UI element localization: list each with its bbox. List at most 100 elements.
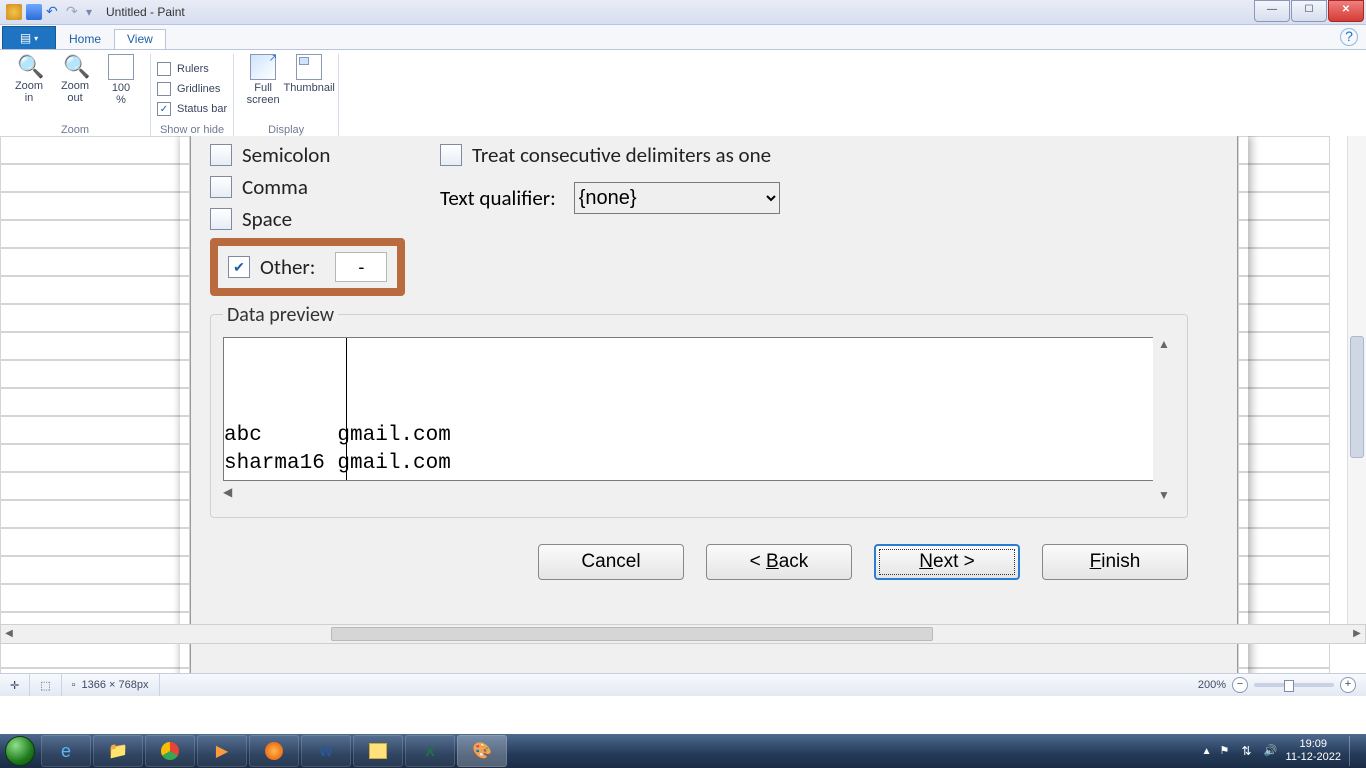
group-display: ↗ Full screen Thumbnail Display — [234, 54, 339, 138]
checkbox-treat-consecutive[interactable]: Treat consecutive delimiters as one — [440, 142, 1188, 168]
group-show-hide: Rulers Gridlines ✓Status bar Show or hid… — [151, 54, 234, 138]
checkbox-semicolon[interactable]: Semicolon — [210, 142, 430, 168]
maximize-button[interactable]: ☐ — [1291, 0, 1327, 22]
thumbnail-label: Thumbnail — [283, 82, 334, 94]
quick-access-toolbar: ↶ ↷ ▾ — [0, 4, 98, 20]
volume-icon[interactable]: 🔊 — [1264, 744, 1278, 758]
checkbox-other[interactable]: ✔Other: — [228, 254, 315, 280]
tab-view[interactable]: View — [114, 29, 166, 49]
paint-icon: 🎨 — [472, 741, 492, 761]
help-icon[interactable]: ? — [1340, 28, 1358, 46]
embedded-screenshot: Semicolon Comma Space ✔Other: Treat cons… — [0, 136, 1348, 624]
dialog-button-row: Cancel < Back Next > Finish — [210, 544, 1188, 580]
text-qualifier-select[interactable]: {none} — [574, 182, 780, 214]
finish-button[interactable]: Finish — [1042, 544, 1188, 580]
text-qualifier-label: Text qualifier: — [440, 185, 556, 211]
hscroll-left-icon[interactable]: ◀ — [1, 626, 17, 642]
scroll-left-icon[interactable]: ◀ — [223, 485, 232, 500]
preview-row: abc gmail.com — [224, 422, 1174, 450]
title-bar: ↶ ↷ ▾ Untitled - Paint — ☐ ✕ — [0, 0, 1366, 25]
taskbar-ie[interactable]: e — [41, 735, 91, 767]
save-icon[interactable] — [26, 4, 42, 20]
taskbar-firefox[interactable] — [249, 735, 299, 767]
minimize-button[interactable]: — — [1254, 0, 1290, 22]
taskbar-clock[interactable]: 19:09 11-12-2022 — [1286, 738, 1341, 764]
hscroll-thumb[interactable] — [331, 627, 933, 641]
taskbar-word[interactable]: W — [301, 735, 351, 767]
scroll-up-icon[interactable]: ▲ — [1158, 337, 1170, 352]
show-hidden-icon[interactable]: ▲ — [1202, 746, 1212, 757]
sheet-right-column — [1238, 136, 1330, 624]
page-icon — [108, 54, 134, 80]
canvas-size-segment: ▫ 1366 × 768px — [62, 674, 160, 696]
zoom-control: 200% − + — [1188, 677, 1366, 693]
zoom-out-button[interactable]: 🔍 Zoom out — [52, 54, 98, 104]
next-button[interactable]: Next > — [874, 544, 1020, 580]
taskbar-media[interactable]: ▶ — [197, 735, 247, 767]
zoom-percent-label: 200% — [1198, 679, 1226, 691]
data-preview-legend: Data preview — [223, 303, 338, 327]
crosshair-icon: ✛ — [10, 679, 19, 692]
ie-icon: e — [61, 741, 71, 762]
thumbnail-button[interactable]: Thumbnail — [286, 54, 332, 94]
qat-dropdown-icon[interactable]: ▾ — [86, 5, 92, 19]
hscroll-right-icon[interactable]: ▶ — [1349, 626, 1365, 642]
zoom-plus-button[interactable]: + — [1340, 677, 1356, 693]
file-tab[interactable]: ▤▾ — [2, 26, 56, 49]
cursor-position-segment: ✛ — [0, 674, 30, 696]
taskbar-chrome[interactable] — [145, 735, 195, 767]
close-button[interactable]: ✕ — [1328, 0, 1364, 22]
network-icon[interactable]: ⇅ — [1242, 744, 1256, 758]
checkbox-space[interactable]: Space — [210, 206, 430, 232]
word-icon: W — [319, 743, 332, 759]
canvas-size-icon: ▫ — [72, 679, 76, 691]
zoom-100-button[interactable]: 100 % — [98, 54, 144, 106]
taskbar-excel[interactable]: X — [405, 735, 455, 767]
checkbox-statusbar[interactable]: ✓Status bar — [157, 102, 227, 116]
preview-row: singh yahoo.com — [224, 478, 1174, 481]
chrome-icon — [161, 742, 179, 760]
taskbar-paint[interactable]: 🎨 — [457, 735, 507, 767]
zoom-slider-thumb[interactable] — [1284, 680, 1294, 692]
selection-icon: ⬚ — [40, 679, 50, 692]
window-controls: — ☐ ✕ — [1253, 0, 1364, 22]
canvas-horizontal-scrollbar[interactable]: ◀ ▶ — [0, 624, 1366, 644]
zoom-out-label: Zoom out — [61, 80, 89, 104]
paint-status-bar: ✛ ⬚ ▫ 1366 × 768px 200% − + — [0, 673, 1366, 696]
fullscreen-button[interactable]: ↗ Full screen — [240, 54, 286, 106]
scrollbar-thumb[interactable] — [1350, 336, 1364, 458]
data-preview-box: abc gmail.comsharma16 gmail.comsingh yah… — [223, 337, 1175, 481]
thumbnail-icon — [296, 54, 322, 80]
zoom-out-icon: 🔍 — [63, 54, 87, 78]
clock-time: 19:09 — [1286, 738, 1341, 751]
zoom-minus-button[interactable]: − — [1232, 677, 1248, 693]
tab-home[interactable]: Home — [56, 29, 114, 49]
flag-icon[interactable]: ⚑ — [1220, 744, 1234, 758]
checkbox-rulers[interactable]: Rulers — [157, 62, 209, 76]
canvas-size-value: 1366 × 768px — [82, 679, 149, 691]
undo-icon[interactable]: ↶ — [46, 4, 62, 20]
preview-horizontal-scroll[interactable]: ◀ ▶ — [223, 481, 1175, 503]
scroll-down-icon[interactable]: ▼ — [1158, 488, 1170, 503]
checkbox-gridlines[interactable]: Gridlines — [157, 82, 220, 96]
sheet-left-column — [0, 136, 190, 624]
fullscreen-label: Full screen — [247, 82, 280, 106]
text-qualifier-row: Text qualifier: {none} — [440, 182, 1188, 214]
clock-date: 11-12-2022 — [1286, 751, 1341, 764]
zoom-in-label: Zoom in — [15, 80, 43, 104]
zoom-slider[interactable] — [1254, 683, 1334, 687]
zoom-in-button[interactable]: 🔍 Zoom in — [6, 54, 52, 104]
show-desktop-button[interactable] — [1349, 736, 1360, 766]
back-button[interactable]: < Back — [706, 544, 852, 580]
preview-vertical-scroll[interactable]: ▲ ▼ — [1153, 337, 1175, 503]
canvas-vertical-scrollbar[interactable] — [1347, 136, 1366, 624]
other-delimiter-input[interactable] — [335, 252, 387, 282]
start-button[interactable] — [0, 734, 40, 768]
taskbar-explorer[interactable]: 📁 — [93, 735, 143, 767]
taskbar-notes[interactable] — [353, 735, 403, 767]
checkbox-comma[interactable]: Comma — [210, 174, 430, 200]
cancel-button[interactable]: Cancel — [538, 544, 684, 580]
redo-icon[interactable]: ↷ — [66, 4, 82, 20]
ribbon-tabs: ▤▾ Home View — [0, 25, 1366, 50]
text-import-wizard-dialog: Semicolon Comma Space ✔Other: Treat cons… — [210, 136, 1188, 590]
